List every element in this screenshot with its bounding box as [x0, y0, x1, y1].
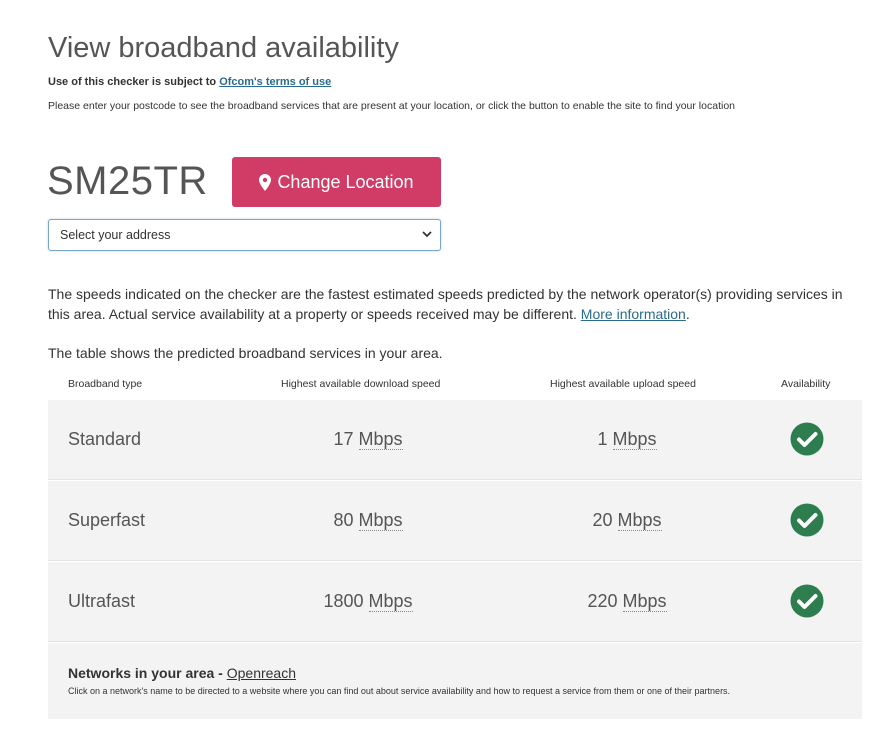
check-circle-icon	[790, 584, 824, 618]
change-location-button[interactable]: Change Location	[232, 157, 441, 207]
page-title: View broadband availability	[48, 32, 399, 64]
download-speed: 17 Mbps	[333, 429, 403, 450]
check-circle-icon	[790, 422, 824, 456]
unit-abbr: Mbps	[617, 510, 662, 531]
broadband-type: Ultrafast	[68, 591, 136, 611]
terms-prefix: Use of this checker is subject to	[48, 76, 217, 88]
postcode-display: SM25TR	[47, 159, 208, 203]
more-information-link[interactable]: More information	[581, 306, 686, 322]
networks-description: Click on a network's name to be directed…	[68, 686, 731, 696]
download-speed: 80 Mbps	[333, 510, 403, 531]
upload-speed: 1 Mbps	[597, 429, 657, 450]
unit-abbr: Mbps	[358, 429, 403, 450]
table-row: Superfast 80 Mbps 20 Mbps	[48, 481, 862, 561]
unit-abbr: Mbps	[612, 429, 657, 450]
change-location-label: Change Location	[277, 171, 414, 192]
header-upload-speed: Highest available upload speed	[550, 378, 696, 390]
table-caption: The table shows the predicted broadband …	[48, 345, 443, 361]
check-circle-icon	[790, 503, 824, 537]
networks-title: Networks in your area - Openreach	[68, 665, 297, 681]
unit-abbr: Mbps	[358, 510, 403, 531]
networks-panel: Networks in your area - Openreach Click …	[48, 643, 862, 719]
header-broadband-type: Broadband type	[68, 378, 143, 390]
openreach-link[interactable]: Openreach	[227, 665, 296, 681]
address-select[interactable]: Select your address	[48, 219, 441, 251]
header-availability: Availability	[781, 378, 831, 390]
speed-note-text: The speeds indicated on the checker are …	[48, 286, 843, 322]
header-download-speed: Highest available download speed	[281, 378, 441, 390]
intro-text: Please enter your postcode to see the br…	[48, 100, 736, 112]
terms-of-use-link[interactable]: Ofcom's terms of use	[219, 76, 331, 88]
unit-abbr: Mbps	[368, 591, 413, 612]
unit-abbr: Mbps	[622, 591, 667, 612]
address-select-value: Select your address	[60, 228, 171, 242]
upload-speed: 220 Mbps	[587, 591, 667, 612]
terms-line: Use of this checker is subject to Ofcom'…	[48, 76, 331, 88]
broadband-type: Superfast	[68, 510, 146, 530]
download-speed: 1800 Mbps	[323, 591, 413, 612]
broadband-type: Standard	[68, 429, 142, 449]
table-row: Standard 17 Mbps 1 Mbps	[48, 400, 862, 480]
networks-label: Networks in your area	[68, 665, 215, 681]
table-row: Ultrafast 1800 Mbps 220 Mbps	[48, 562, 862, 642]
chevron-down-icon	[422, 231, 432, 238]
upload-speed: 20 Mbps	[592, 510, 662, 531]
map-marker-icon	[259, 173, 272, 191]
speed-note: The speeds indicated on the checker are …	[48, 286, 843, 322]
table-header: Broadband type Highest available downloa…	[48, 378, 862, 398]
